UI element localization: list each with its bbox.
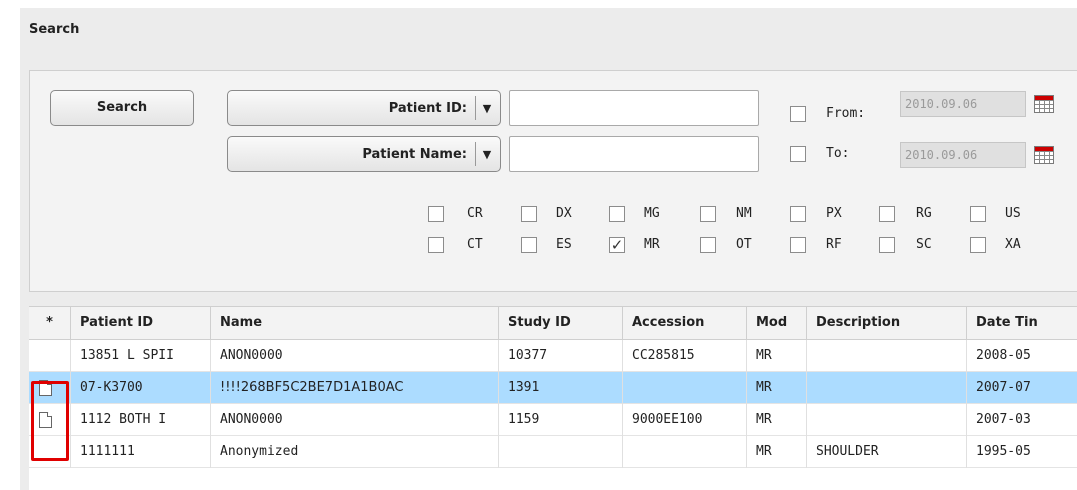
cell-patient-id: 1112 BOTH I bbox=[71, 404, 211, 436]
modality-checkbox-mr[interactable]: ✓ bbox=[609, 237, 625, 253]
cell-name: ANON0000 bbox=[211, 340, 499, 372]
modality-label-dx: DX bbox=[556, 206, 572, 221]
modality-label-nm: NM bbox=[736, 206, 752, 221]
cell-accession: CC285815 bbox=[623, 340, 747, 372]
calendar-icon[interactable] bbox=[1034, 146, 1054, 164]
modality-checkbox-rf[interactable] bbox=[790, 237, 806, 253]
from-label: From: bbox=[826, 106, 866, 121]
cell-accession: 9000EE100 bbox=[623, 404, 747, 436]
cell-study-id bbox=[499, 436, 623, 468]
modality-checkbox-cr[interactable] bbox=[428, 206, 444, 222]
cell-date-time: 1995-05 bbox=[976, 444, 1031, 459]
modality-label-px: PX bbox=[826, 206, 842, 221]
modality-label-us: US bbox=[1005, 206, 1021, 221]
column-header-study-id[interactable]: Study ID bbox=[499, 307, 623, 341]
modality-label-xa: XA bbox=[1005, 237, 1021, 252]
cell-name: Anonymized bbox=[211, 436, 499, 468]
modality-checkbox-ct[interactable] bbox=[428, 237, 444, 253]
cell-modality: MR bbox=[747, 436, 807, 468]
cell-description: SHOULDER bbox=[807, 436, 967, 468]
column-header-name[interactable]: Name bbox=[211, 307, 499, 341]
table-row[interactable]: 1111111 Anonymized MR SHOULDER 1995-05 bbox=[29, 436, 1077, 468]
from-date-field[interactable]: 2010.09.06 bbox=[900, 91, 1026, 117]
cell-accession bbox=[623, 372, 747, 404]
cell-patient-id: 07-K3700 bbox=[71, 372, 211, 404]
modality-checkbox-mg[interactable] bbox=[609, 206, 625, 222]
calendar-icon[interactable] bbox=[1034, 95, 1054, 113]
modality-label-sc: SC bbox=[916, 237, 932, 252]
patient-id-filter-label: Patient ID: bbox=[388, 100, 467, 116]
chevron-down-icon[interactable]: ▼ bbox=[475, 142, 498, 166]
to-date-field[interactable]: 2010.09.06 bbox=[900, 142, 1026, 168]
column-header-accession[interactable]: Accession bbox=[623, 307, 747, 341]
modality-checkbox-xa[interactable] bbox=[970, 237, 986, 253]
cell-patient-id: 13851 L SPII bbox=[71, 340, 211, 372]
column-header-select[interactable]: * bbox=[29, 307, 71, 341]
cell-modality: MR bbox=[747, 404, 807, 436]
modality-checkbox-rg[interactable] bbox=[879, 206, 895, 222]
cell-description bbox=[807, 372, 967, 404]
table-row[interactable]: 1112 BOTH I ANON0000 1159 9000EE100 MR 2… bbox=[29, 404, 1077, 436]
modality-checkbox-ot[interactable] bbox=[700, 237, 716, 253]
column-header-patient-id[interactable]: Patient ID bbox=[71, 307, 211, 341]
modality-checkbox-sc[interactable] bbox=[879, 237, 895, 253]
table-row[interactable]: 13851 L SPII ANON0000 10377 CC285815 MR … bbox=[29, 340, 1077, 372]
cell-modality: MR bbox=[747, 340, 807, 372]
modality-label-ot: OT bbox=[736, 237, 752, 252]
patient-id-input[interactable] bbox=[509, 90, 759, 126]
modality-checkbox-dx[interactable] bbox=[521, 206, 537, 222]
column-header-description[interactable]: Description bbox=[807, 307, 967, 341]
cell-modality: MR bbox=[747, 372, 807, 404]
chevron-down-icon[interactable]: ▼ bbox=[475, 96, 498, 120]
search-button[interactable]: Search bbox=[50, 90, 194, 126]
cell-name: !!!!268BF5C2BE7D1A1B0AC bbox=[211, 372, 499, 404]
cell-date-time: 2007-07 bbox=[976, 380, 1031, 395]
modality-label-rg: RG bbox=[916, 206, 932, 221]
from-date-checkbox[interactable] bbox=[790, 106, 806, 122]
row-icon-cell bbox=[29, 340, 71, 372]
modality-label-mg: MG bbox=[644, 206, 660, 221]
patient-name-filter-label: Patient Name: bbox=[362, 146, 467, 162]
results-table: * Patient ID Name Study ID Accession Mod… bbox=[29, 306, 1077, 490]
panel-title: Search bbox=[29, 22, 80, 37]
modality-label-mr: MR bbox=[644, 237, 660, 252]
cell-study-id: 1391 bbox=[499, 372, 623, 404]
table-header: * Patient ID Name Study ID Accession Mod… bbox=[29, 306, 1077, 341]
cell-description bbox=[807, 340, 967, 372]
document-icon-fold bbox=[47, 412, 52, 417]
cell-study-id: 1159 bbox=[499, 404, 623, 436]
cell-study-id: 10377 bbox=[499, 340, 623, 372]
row-icon-cell bbox=[29, 404, 71, 436]
cell-patient-id: 1111111 bbox=[71, 436, 211, 468]
column-header-modality[interactable]: Mod bbox=[747, 307, 807, 341]
cell-accession bbox=[623, 436, 747, 468]
cell-date-time: 2008-05 bbox=[976, 348, 1031, 363]
row-icon-cell bbox=[29, 436, 71, 468]
to-label: To: bbox=[826, 146, 850, 161]
modality-checkbox-nm[interactable] bbox=[700, 206, 716, 222]
cell-description bbox=[807, 404, 967, 436]
row-icon-cell bbox=[29, 372, 71, 404]
modality-label-ct: CT bbox=[467, 237, 483, 252]
cell-name: ANON0000 bbox=[211, 404, 499, 436]
cell-date-time: 2007-03 bbox=[976, 412, 1031, 427]
document-icon-fold bbox=[47, 380, 52, 385]
patient-name-filter-dropdown[interactable]: Patient Name: ▼ bbox=[227, 136, 501, 172]
modality-checkbox-es[interactable] bbox=[521, 237, 537, 253]
modality-checkbox-px[interactable] bbox=[790, 206, 806, 222]
column-header-date-time[interactable]: Date Tin bbox=[967, 307, 1077, 341]
to-date-checkbox[interactable] bbox=[790, 146, 806, 162]
modality-label-cr: CR bbox=[467, 206, 483, 221]
table-row-selected[interactable]: 07-K3700 !!!!268BF5C2BE7D1A1B0AC 1391 MR… bbox=[29, 372, 1077, 404]
modality-label-rf: RF bbox=[826, 237, 842, 252]
modality-label-es: ES bbox=[556, 237, 572, 252]
modality-checkbox-us[interactable] bbox=[970, 206, 986, 222]
patient-name-input[interactable] bbox=[509, 136, 759, 172]
patient-id-filter-dropdown[interactable]: Patient ID: ▼ bbox=[227, 90, 501, 126]
